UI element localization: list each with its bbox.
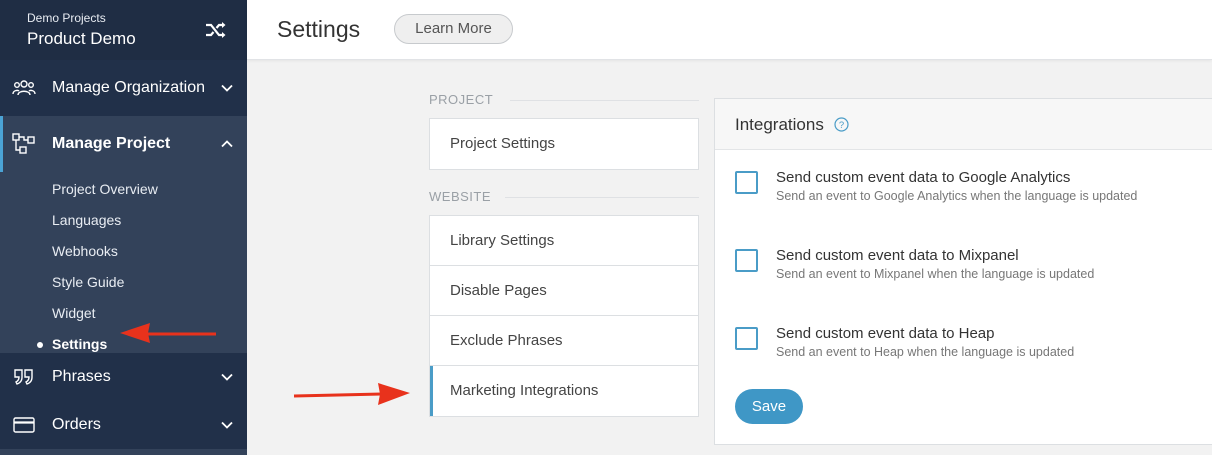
checkbox-heap[interactable] [735,327,758,350]
nav-manage-organization[interactable]: Manage Organization [0,60,247,116]
option-label: Send custom event data to Heap [776,325,995,342]
help-icon[interactable]: ? [834,117,849,132]
shuffle-icon[interactable] [205,20,227,40]
panel-title: Integrations [735,115,824,134]
project-tree-icon [12,132,36,156]
menu-item-marketing-integrations[interactable]: Marketing Integrations [430,366,698,416]
option-description: Send an event to Google Analytics when t… [776,189,1138,203]
nav-phrases[interactable]: Phrases [0,353,247,401]
sidebar: Demo Projects Product Demo Manage Organi… [0,0,247,455]
nav-manage-project[interactable]: Manage Project [0,116,247,172]
page-title: Settings [277,16,361,42]
project-menu: Project Settings [429,118,699,170]
annotation-arrow-marketing [293,383,410,405]
nav-label: Manage Organization [52,79,205,96]
website-menu: Library Settings Disable Pages Exclude P… [429,215,699,417]
integrations-panel: Integrations ? Send custom event data to… [714,98,1212,445]
option-label: Send custom event data to Mixpanel [776,247,1019,264]
menu-item-exclude-phrases[interactable]: Exclude Phrases [430,316,698,366]
people-icon [12,76,36,100]
sub-item-webhooks[interactable]: Webhooks [0,236,247,267]
nav-label: Manage Project [52,135,171,152]
svg-text:?: ? [839,120,844,131]
menu-item-project-settings[interactable]: Project Settings [430,119,698,169]
annotation-arrow-settings [120,323,216,343]
sub-item-languages[interactable]: Languages [0,205,247,236]
project-switcher[interactable]: Demo Projects Product Demo [0,0,247,60]
panel-header: Integrations ? [715,99,1212,150]
section-label-project: PROJECT [429,92,494,107]
option-description: Send an event to Mixpanel when the langu… [776,267,1095,281]
learn-more-button[interactable]: Learn More [394,14,513,44]
option-label: Send custom event data to Google Analyti… [776,169,1071,186]
top-bar: Settings Learn More [247,0,1212,60]
nav-label: Phrases [52,368,111,385]
option-description: Send an event to Heap when the language … [776,345,1075,359]
menu-item-disable-pages[interactable]: Disable Pages [430,266,698,316]
menu-item-library-settings[interactable]: Library Settings [430,216,698,266]
chevron-down-icon [221,373,233,381]
sub-item-style-guide[interactable]: Style Guide [0,267,247,298]
chevron-down-icon [221,421,233,429]
sub-item-project-overview[interactable]: Project Overview [0,174,247,205]
divider [510,100,699,101]
quote-icon [12,365,36,389]
divider [505,197,699,198]
chevron-down-icon [221,84,233,92]
credit-card-icon [12,413,36,437]
save-button[interactable]: Save [735,389,803,424]
checkbox-mixpanel[interactable] [735,249,758,272]
checkbox-google-analytics[interactable] [735,171,758,194]
chevron-up-icon [221,140,233,148]
nav-label: Orders [52,416,101,433]
nav-orders[interactable]: Orders [0,401,247,449]
section-label-website: WEBSITE [429,189,492,204]
